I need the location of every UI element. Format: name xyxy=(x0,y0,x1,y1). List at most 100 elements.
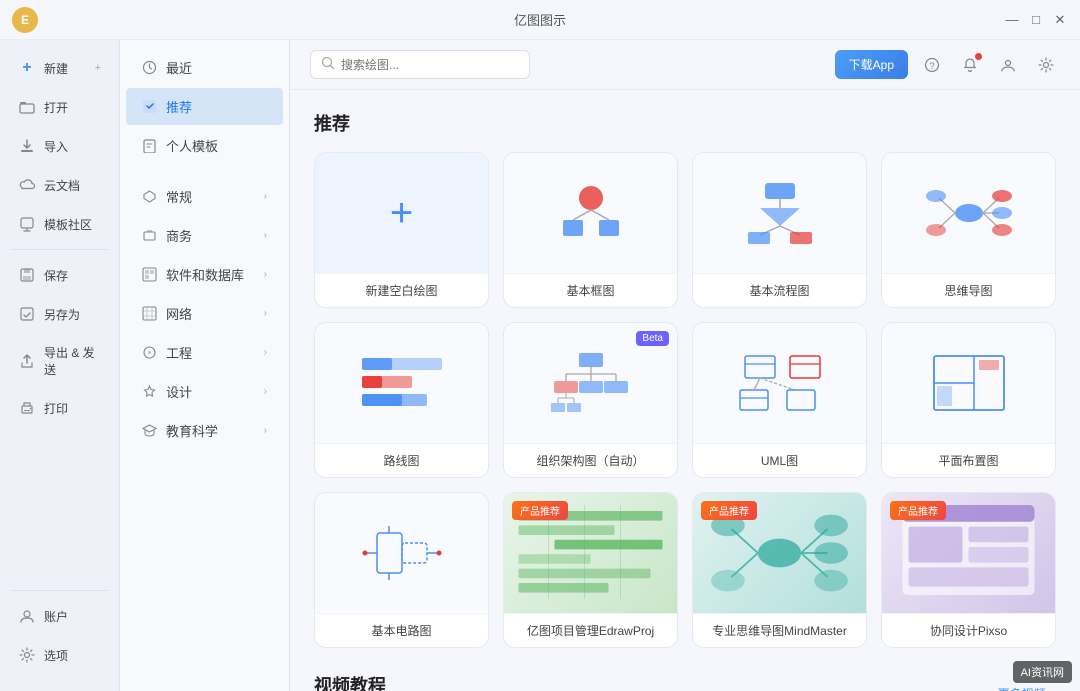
sidebar-item-import[interactable]: 导入 xyxy=(4,127,115,165)
pixso-preview: 产品推荐 xyxy=(882,493,1055,613)
mid-item-network[interactable]: 网络 › xyxy=(126,295,283,332)
search-box[interactable] xyxy=(310,50,530,79)
sidebar-left-top: + 新建 + 打开 导入 xyxy=(0,48,119,576)
sidebar-item-print[interactable]: 打印 xyxy=(4,389,115,427)
open-icon xyxy=(18,98,36,116)
download-button[interactable]: 下载App xyxy=(835,50,908,79)
mid-label-engineering: 工程 xyxy=(166,343,192,362)
sidebar-item-new[interactable]: + 新建 + xyxy=(4,49,115,87)
app-title: 亿图图示 xyxy=(514,10,566,29)
floorplan-preview xyxy=(882,323,1055,443)
business-arrow: › xyxy=(264,230,267,241)
design-arrow: › xyxy=(264,386,267,397)
options-icon xyxy=(18,646,36,664)
sidebar-label-options: 选项 xyxy=(44,647,68,664)
org-auto-label: 组织架构图（自动） xyxy=(504,443,677,477)
sidebar-label-saveas: 另存为 xyxy=(44,306,80,323)
community-icon xyxy=(18,215,36,233)
mid-label-business: 商务 xyxy=(166,226,192,245)
svg-text:?: ? xyxy=(930,61,935,71)
template-floorplan[interactable]: 平面布置图 xyxy=(881,322,1056,478)
template-mindmap[interactable]: 思维导图 xyxy=(881,152,1056,308)
maximize-button[interactable]: □ xyxy=(1028,12,1044,28)
design-icon xyxy=(142,384,158,400)
mid-item-general[interactable]: 常规 › xyxy=(126,178,283,215)
sidebar-left-bottom: 账户 选项 xyxy=(0,576,119,683)
settings-button[interactable] xyxy=(1032,51,1060,79)
template-edrawproj[interactable]: 产品推荐 亿图项目管理EdrawProj xyxy=(503,492,678,648)
circuit-label: 基本电路图 xyxy=(315,613,488,647)
template-basic-flow[interactable]: 基本流程图 xyxy=(692,152,867,308)
help-button[interactable]: ? xyxy=(918,51,946,79)
sidebar-label-print: 打印 xyxy=(44,400,68,417)
titlebar: E 亿图图示 — □ ✕ xyxy=(0,0,1080,40)
engineering-icon xyxy=(142,345,158,361)
uml-label: UML图 xyxy=(693,443,866,477)
template-circuit[interactable]: 基本电路图 xyxy=(314,492,489,648)
sidebar-label-import: 导入 xyxy=(44,138,68,155)
window-controls: — □ ✕ xyxy=(1004,12,1068,28)
sidebar-label-open: 打开 xyxy=(44,99,68,116)
sidebar-item-cloud[interactable]: 云文档 xyxy=(4,166,115,204)
mid-item-personal[interactable]: 个人模板 xyxy=(126,127,283,164)
sidebar-item-options[interactable]: 选项 xyxy=(4,636,115,674)
new-icon: + xyxy=(18,59,36,77)
circuit-preview xyxy=(315,493,488,613)
sidebar-label-account: 账户 xyxy=(44,608,68,625)
template-new-blank[interactable]: + 新建空白绘图 xyxy=(314,152,489,308)
watermark: AI资讯网 xyxy=(1013,661,1072,683)
basic-frame-label: 基本框图 xyxy=(504,273,677,307)
saveas-icon xyxy=(18,305,36,323)
software-arrow: › xyxy=(264,269,267,280)
template-basic-frame[interactable]: 基本框图 xyxy=(503,152,678,308)
mid-label-education: 教育科学 xyxy=(166,421,218,440)
mid-item-engineering[interactable]: 工程 › xyxy=(126,334,283,371)
sidebar-left: + 新建 + 打开 导入 xyxy=(0,40,120,691)
mid-item-business[interactable]: 商务 › xyxy=(126,217,283,254)
pixso-label: 协同设计Pixso xyxy=(882,613,1055,647)
template-route[interactable]: 路线图 xyxy=(314,322,489,478)
education-arrow: › xyxy=(264,425,267,436)
mid-item-recent[interactable]: 最近 xyxy=(126,49,283,86)
sidebar-item-open[interactable]: 打开 xyxy=(4,88,115,126)
minimize-button[interactable]: — xyxy=(1004,12,1020,28)
more-videos-link[interactable]: 更多视频 > xyxy=(998,685,1056,691)
recent-icon xyxy=(142,60,158,76)
new-plus-icon: + xyxy=(95,62,101,74)
notification-button[interactable] xyxy=(956,51,984,79)
software-icon xyxy=(142,267,158,283)
user-avatar[interactable]: E xyxy=(12,7,38,33)
floorplan-label: 平面布置图 xyxy=(882,443,1055,477)
basic-frame-preview xyxy=(504,153,677,273)
general-arrow: › xyxy=(264,191,267,202)
share-button[interactable] xyxy=(994,51,1022,79)
new-blank-label: 新建空白绘图 xyxy=(315,273,488,307)
beta-badge: Beta xyxy=(636,331,669,346)
template-pixso[interactable]: 产品推荐 协同设计Pixso xyxy=(881,492,1056,648)
mid-label-recent: 最近 xyxy=(166,58,192,77)
new-blank-preview: + xyxy=(315,153,488,273)
sidebar-item-save[interactable]: 保存 xyxy=(4,256,115,294)
sidebar-label-cloud: 云文档 xyxy=(44,177,80,194)
content-scroll[interactable]: 推荐 + 新建空白绘图 xyxy=(290,90,1080,691)
sidebar-item-account[interactable]: 账户 xyxy=(4,597,115,635)
template-mindmaster[interactable]: 产品推荐 专业思维导图MindMaster xyxy=(692,492,867,648)
template-org-auto[interactable]: Beta 组织架构图（自动） xyxy=(503,322,678,478)
edrawproj-label: 亿图项目管理EdrawProj xyxy=(504,613,677,647)
content-area: 下载App ? 推荐 xyxy=(290,40,1080,691)
export-icon xyxy=(18,352,36,370)
sidebar-item-community[interactable]: 模板社区 xyxy=(4,205,115,243)
close-button[interactable]: ✕ xyxy=(1052,12,1068,28)
basic-flow-preview xyxy=(693,153,866,273)
mid-item-recommend[interactable]: 推荐 xyxy=(126,88,283,125)
search-input[interactable] xyxy=(341,58,519,72)
sidebar-item-saveas[interactable]: 另存为 xyxy=(4,295,115,333)
mid-item-education[interactable]: 教育科学 › xyxy=(126,412,283,449)
mid-item-design[interactable]: 设计 › xyxy=(126,373,283,410)
account-icon xyxy=(18,607,36,625)
sidebar-item-export[interactable]: 导出 & 发送 xyxy=(4,334,115,388)
template-uml[interactable]: UML图 xyxy=(692,322,867,478)
mindmap-label: 思维导图 xyxy=(882,273,1055,307)
divider-1 xyxy=(10,249,109,250)
mid-item-software[interactable]: 软件和数据库 › xyxy=(126,256,283,293)
